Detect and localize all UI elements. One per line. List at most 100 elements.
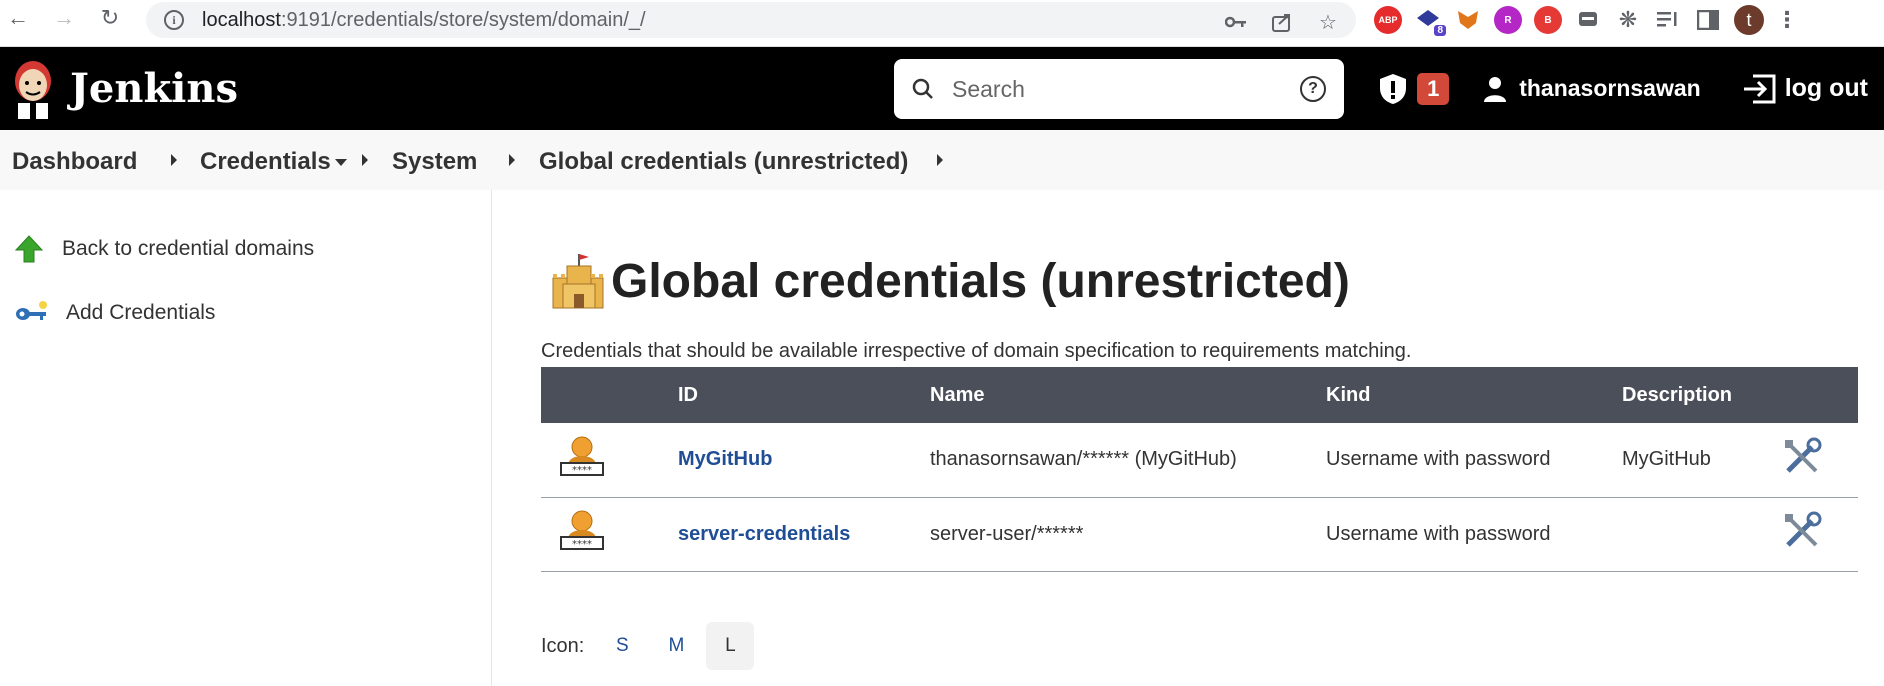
credential-type-cell: **** [541, 497, 678, 571]
logout-icon [1743, 74, 1776, 103]
breadcrumb-system[interactable]: System [392, 148, 477, 176]
wrench-screwdriver-icon[interactable] [1782, 511, 1822, 551]
breadcrumb: Dashboard Credentials System Global cred… [0, 130, 1884, 190]
table-header-row: ID Name Kind Description [541, 367, 1858, 423]
metamask-extension-icon[interactable] [1454, 6, 1482, 34]
back-to-credential-domains-label: Back to credential domains [62, 237, 315, 260]
table-row: **** server-credentials server-user/****… [541, 497, 1858, 571]
media-queue-icon[interactable] [1654, 6, 1682, 34]
search-box[interactable]: Search ? [894, 59, 1344, 119]
extensions-puzzle-icon[interactable]: ❋ [1614, 6, 1642, 34]
url-host: localhost [202, 8, 281, 31]
extension-red-icon[interactable]: B [1534, 6, 1562, 34]
add-credentials-link[interactable]: Add Credentials [14, 300, 215, 326]
side-panel-icon[interactable] [1694, 6, 1722, 34]
column-header-icon [541, 367, 678, 423]
key-icon [16, 301, 47, 320]
user-password-icon: **** [560, 510, 604, 550]
column-header-name[interactable]: Name [930, 367, 1326, 423]
credential-actions-cell [1782, 423, 1858, 497]
extension-badge-count: 8 [1434, 25, 1446, 36]
credentials-table: ID Name Kind Description **** MyGitHub t… [541, 367, 1858, 572]
breadcrumb-credentials-label: Credentials [200, 148, 331, 175]
credential-id-link[interactable]: MyGitHub [678, 448, 772, 470]
jenkins-logo-icon [10, 59, 56, 119]
browser-menu-icon[interactable]: ⋮ [1776, 7, 1798, 33]
breadcrumb-separator-icon[interactable] [509, 154, 515, 166]
svg-text:****: **** [572, 465, 592, 476]
address-bar[interactable]: i localhost:9191/credentials/store/syste… [146, 2, 1356, 38]
security-alert-count: 1 [1417, 72, 1450, 105]
column-header-actions [1782, 367, 1858, 423]
icon-size-medium[interactable]: M [652, 622, 700, 670]
credential-kind-cell: Username with password [1326, 522, 1551, 545]
url-text[interactable]: localhost:9191/credentials/store/system/… [202, 9, 646, 32]
credential-name-cell: server-user/****** [930, 522, 1084, 545]
key-icon[interactable] [1224, 10, 1248, 34]
share-icon[interactable] [1270, 10, 1294, 34]
back-icon[interactable]: ← [0, 0, 36, 36]
bookmark-star-icon[interactable]: ☆ [1316, 10, 1340, 34]
search-input[interactable]: Search [952, 76, 1300, 103]
castle-domain-icon [552, 254, 604, 309]
breadcrumb-separator-icon[interactable] [171, 154, 177, 166]
shield-alert-icon [1380, 73, 1407, 104]
credential-kind-cell: Username with password [1326, 448, 1551, 471]
svg-text:****: **** [572, 539, 592, 550]
username: thanasornsawan [1519, 75, 1701, 101]
credential-actions-cell [1782, 497, 1858, 571]
user-link[interactable]: thanasornsawan [1483, 75, 1701, 102]
search-help-glyph: ? [1308, 80, 1318, 97]
credential-id-link[interactable]: server-credentials [678, 523, 850, 545]
column-header-kind[interactable]: Kind [1326, 367, 1622, 423]
page-title: Global credentials (unrestricted) [549, 252, 1350, 310]
jenkins-header: Jenkins Search ? 1 thanasornsawan log ou… [0, 47, 1884, 130]
breadcrumb-separator-icon[interactable] [937, 154, 943, 166]
icon-size-selector: Icon: S M L [541, 622, 755, 670]
main-panel: Global credentials (unrestricted) Creden… [493, 190, 1884, 686]
browser-toolbar: ← → ↻ i localhost:9191/credentials/store… [0, 0, 1884, 47]
breadcrumb-credentials[interactable]: Credentials [200, 148, 347, 176]
breadcrumb-dashboard[interactable]: Dashboard [12, 148, 137, 176]
url-path: :9191/credentials/store/system/domain/_/ [280, 8, 646, 31]
security-alerts-button[interactable]: 1 [1379, 72, 1450, 105]
column-header-description[interactable]: Description [1622, 367, 1782, 423]
icon-size-large[interactable]: L [706, 622, 755, 670]
extension-chat-icon[interactable] [1574, 6, 1602, 34]
profile-avatar[interactable]: t [1734, 5, 1764, 35]
side-panel: Back to credential domains Add Credentia… [0, 190, 492, 686]
extension-badge-icon[interactable]: 8 [1414, 6, 1446, 36]
wrench-screwdriver-icon[interactable] [1782, 437, 1822, 477]
adblock-extension-icon[interactable]: ABP [1374, 6, 1402, 34]
user-icon [1484, 76, 1507, 102]
add-credentials-label: Add Credentials [66, 301, 216, 324]
logout-label: log out [1784, 74, 1868, 102]
extension-purple-icon[interactable]: R [1494, 6, 1522, 34]
search-help-icon[interactable]: ? [1300, 76, 1326, 102]
caret-down-icon[interactable] [334, 159, 347, 167]
credential-description-cell: MyGitHub [1622, 448, 1711, 471]
breadcrumb-global-credentials[interactable]: Global credentials (unrestricted) [539, 148, 908, 176]
forward-icon[interactable]: → [46, 0, 82, 36]
jenkins-home-link[interactable]: Jenkins [10, 59, 238, 119]
credential-id-cell: MyGitHub [678, 423, 930, 497]
search-icon [912, 78, 933, 99]
credential-id-cell: server-credentials [678, 497, 930, 571]
back-to-credential-domains-link[interactable]: Back to credential domains [14, 234, 314, 264]
reload-icon[interactable]: ↻ [92, 0, 128, 36]
user-password-icon: **** [560, 436, 604, 476]
site-info-icon[interactable]: i [164, 10, 184, 30]
credential-type-cell: **** [541, 423, 678, 497]
credential-description-cell [1622, 497, 1782, 571]
page-title-text: Global credentials (unrestricted) [611, 254, 1350, 308]
up-arrow-icon [14, 235, 44, 263]
table-row: **** MyGitHub thanasornsawan/****** (MyG… [541, 423, 1858, 497]
jenkins-brand-text: Jenkins [70, 65, 238, 112]
column-header-id[interactable]: ID [678, 367, 930, 423]
breadcrumb-separator-icon[interactable] [362, 154, 368, 166]
icon-size-label: Icon: [541, 634, 585, 657]
page-description: Credentials that should be available irr… [541, 340, 1412, 362]
icon-size-small[interactable]: S [598, 622, 646, 670]
profile-initial: t [1746, 9, 1752, 30]
logout-link[interactable]: log out [1743, 74, 1868, 104]
